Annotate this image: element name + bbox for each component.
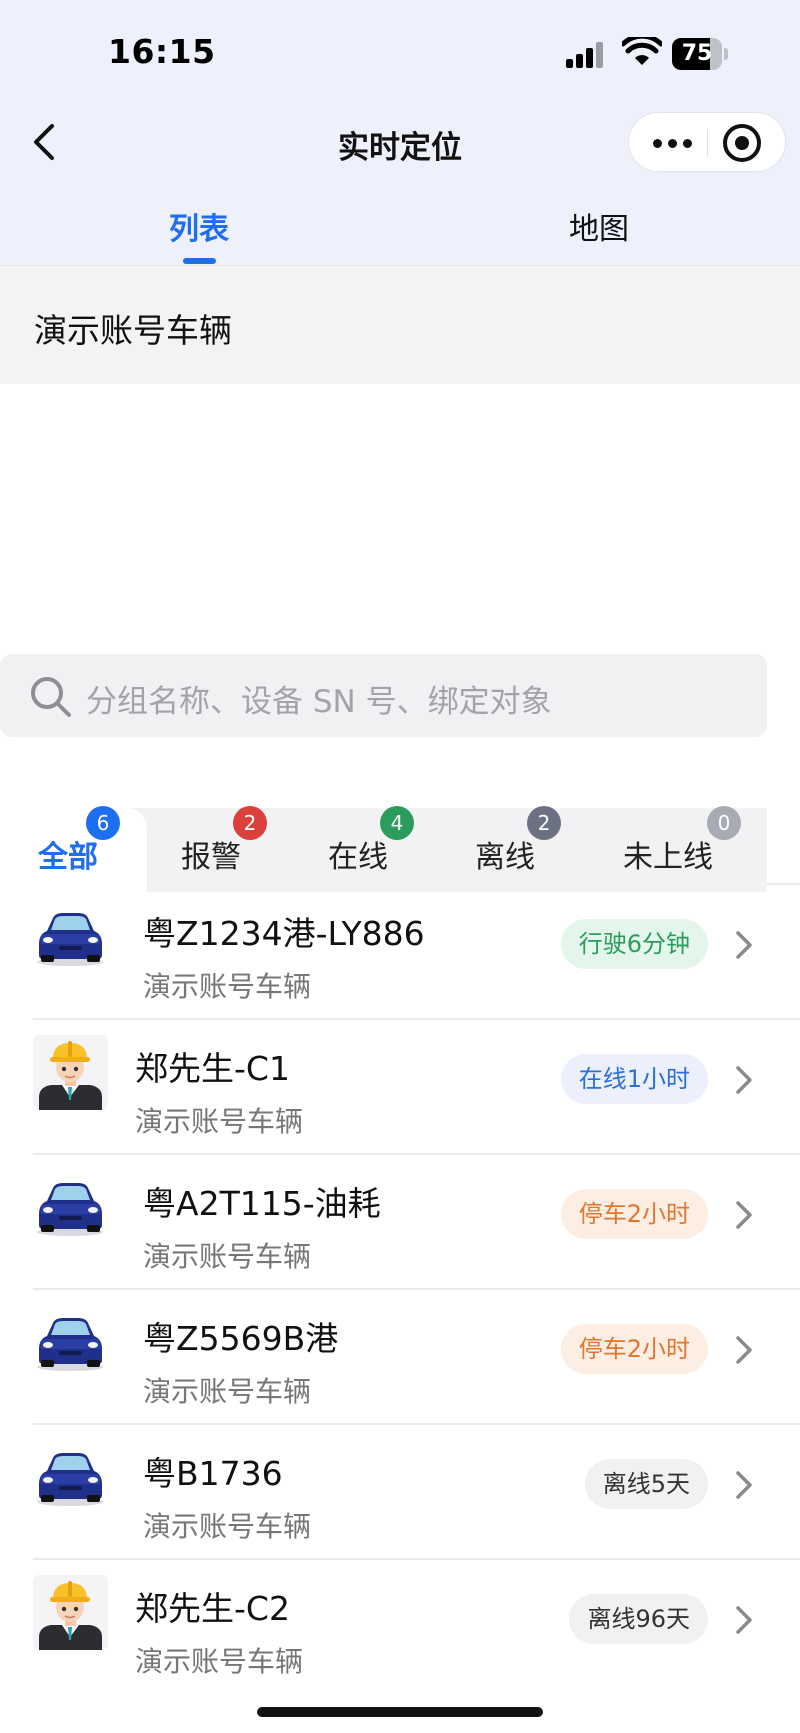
header: 16:15 75 实时定位 列表 地图 (0, 0, 800, 265)
chevron-right-icon (736, 931, 752, 959)
chevron-right-icon (736, 1336, 752, 1364)
vehicle-row[interactable]: 粤Z5569B港 演示账号车辆 停车2小时 (33, 1290, 800, 1425)
capsule-divider (707, 129, 708, 157)
vehicle-row[interactable]: 郑先生-C2 演示账号车辆 离线96天 (33, 1560, 800, 1695)
wifi-icon (622, 37, 662, 65)
group-banner[interactable]: 演示账号车辆 (0, 265, 800, 384)
vehicle-name: 粤B1736 (143, 1454, 283, 1493)
worker-icon (33, 1575, 108, 1650)
more-options-button[interactable] (649, 123, 697, 163)
filter-tab-offline[interactable]: 离线 2 (441, 806, 588, 892)
vehicle-group: 演示账号车辆 (135, 1105, 304, 1138)
chevron-right-icon (736, 1606, 752, 1634)
vehicle-row[interactable]: 粤B1736 演示账号车辆 离线5天 (33, 1425, 800, 1560)
filter-badge: 6 (86, 806, 120, 840)
status-badge: 离线5天 (584, 1459, 708, 1509)
filter-badge: 2 (233, 806, 267, 840)
worker-icon (33, 1035, 108, 1110)
filter-label: 全部 (38, 840, 98, 875)
chevron-right-icon (736, 1471, 752, 1499)
status-bar: 16:15 75 (0, 0, 800, 100)
vehicle-group: 演示账号车辆 (135, 1645, 304, 1678)
chevron-right-icon (736, 1201, 752, 1229)
battery-icon: 75 (672, 38, 728, 70)
status-time: 16:15 (108, 32, 216, 71)
status-badge: 离线96天 (569, 1594, 708, 1644)
vehicle-group: 演示账号车辆 (143, 1510, 312, 1543)
vehicle-name: 粤Z1234港-LY886 (143, 914, 425, 953)
vehicle-group: 演示账号车辆 (143, 970, 312, 1003)
vehicle-name: 郑先生-C1 (135, 1049, 290, 1088)
vehicle-row[interactable]: 粤A2T115-油耗 演示账号车辆 停车2小时 (33, 1155, 800, 1290)
view-tabs: 列表 地图 (0, 196, 800, 265)
tab-list[interactable]: 列表 (99, 204, 299, 248)
search-box[interactable]: 分组名称、设备 SN 号、绑定对象 (0, 654, 767, 737)
filter-tab-all[interactable]: 全部 6 (33, 806, 147, 892)
cellular-signal-icon (566, 42, 610, 68)
active-tab-indicator (183, 258, 216, 264)
chevron-right-icon (736, 1066, 752, 1094)
car-icon (37, 913, 103, 966)
filter-badge: 4 (380, 806, 414, 840)
group-label: 演示账号车辆 (34, 311, 232, 350)
vehicle-name: 郑先生-C2 (135, 1589, 290, 1628)
home-indicator (257, 1707, 543, 1717)
search-input[interactable]: 分组名称、设备 SN 号、绑定对象 (86, 676, 552, 721)
filter-badge: 2 (527, 806, 561, 840)
vehicle-name: 粤A2T115-油耗 (143, 1184, 381, 1223)
vehicle-row[interactable]: 郑先生-C1 演示账号车辆 在线1小时 (33, 1020, 800, 1155)
status-filter-bar: 全部 6 报警 2 在线 4 离线 2 未上线 0 (33, 806, 767, 892)
car-icon (37, 1318, 103, 1371)
car-icon (37, 1183, 103, 1236)
tab-map[interactable]: 地图 (499, 204, 699, 248)
search-icon (31, 677, 71, 717)
mini-program-capsule (628, 112, 786, 172)
status-badge: 停车2小时 (560, 1189, 708, 1239)
filter-tab-alarm[interactable]: 报警 2 (147, 806, 294, 892)
filter-badge: 0 (707, 806, 741, 840)
filter-tab-online[interactable]: 在线 4 (294, 806, 441, 892)
status-badge: 在线1小时 (560, 1054, 708, 1104)
status-badge: 行驶6分钟 (560, 919, 708, 969)
vehicle-group: 演示账号车辆 (143, 1240, 312, 1273)
close-target-button[interactable] (723, 124, 761, 162)
nav-bar: 实时定位 (0, 100, 800, 184)
vehicle-group: 演示账号车辆 (143, 1375, 312, 1408)
car-icon (37, 1453, 103, 1506)
filter-tab-never-online[interactable]: 未上线 0 (588, 806, 767, 892)
status-badge: 停车2小时 (560, 1324, 708, 1374)
vehicle-name: 粤Z5569B港 (143, 1319, 339, 1358)
battery-level: 75 (681, 41, 713, 66)
vehicle-row[interactable]: 粤Z1234港-LY886 演示账号车辆 行驶6分钟 (33, 885, 800, 1020)
